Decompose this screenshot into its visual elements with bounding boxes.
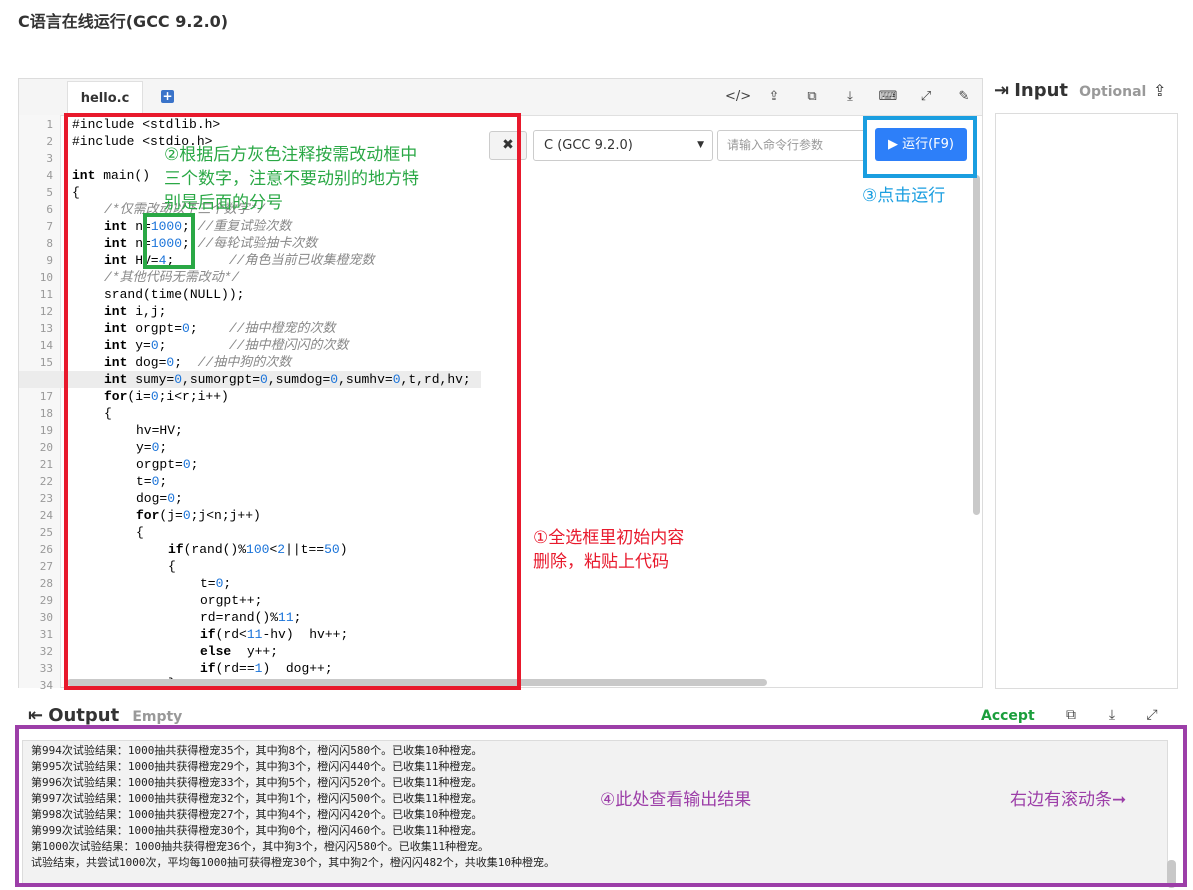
line-number: 10 [39, 271, 53, 284]
sign-in-icon: ⇥ [994, 80, 1010, 101]
line-number: 28 [39, 577, 53, 590]
annotation-step1-line2: 删除，粘贴上代码 [533, 552, 669, 572]
line-number: 8 [46, 237, 53, 250]
line-number: 23 [39, 492, 53, 505]
copy-icon[interactable]: ⧉ [1061, 705, 1081, 725]
line-number: 20 [39, 441, 53, 454]
page-title: C语言在线运行(GCC 9.2.0) [18, 12, 229, 31]
fullscreen-icon[interactable]: ⤢ [1142, 705, 1162, 725]
line-number: 22 [39, 475, 53, 488]
line-number: 4 [46, 169, 53, 182]
line-number: 3 [46, 152, 53, 165]
accept-status: Accept [981, 708, 1035, 724]
editor-tabbar: hello.c + </> ⇪ ⧉ ⤓ ⌨ ⤢ ✎ [19, 79, 982, 116]
line-number: 33 [39, 662, 53, 675]
annotation-step2: ②根据后方灰色注释按需改动框中三个数字，注意不要动别的地方特别是后面的分号 [164, 145, 419, 213]
output-header: ⇤ Output Empty [28, 705, 182, 726]
annotation-step1: ①全选框里初始内容 删除，粘贴上代码 [533, 526, 733, 574]
command-args-input[interactable]: 请输入命令行参数 [717, 130, 867, 161]
upload-icon[interactable]: ⇪ [764, 87, 784, 107]
output-status: Empty [132, 709, 183, 725]
input-optional-label: Optional [1079, 84, 1147, 100]
code-icon[interactable]: </> [725, 87, 751, 107]
line-number: 6 [46, 203, 53, 216]
language-select-value: C (GCC 9.2.0) [544, 138, 633, 153]
fullscreen-icon[interactable]: ⤢ [916, 87, 936, 107]
stdin-input-box[interactable] [995, 113, 1178, 689]
line-number: 1 [46, 118, 53, 131]
copy-icon[interactable]: ⧉ [802, 87, 822, 107]
keyboard-icon[interactable]: ⌨ [878, 87, 898, 107]
edit-icon[interactable]: ✎ [954, 87, 974, 107]
line-number: 9 [46, 254, 53, 267]
line-number: 27 [39, 560, 53, 573]
upload-icon[interactable]: ⇪ [1153, 81, 1166, 100]
caret-down-icon: ▼ [697, 140, 704, 150]
line-number: 11 [39, 288, 53, 301]
download-icon[interactable]: ⤓ [1102, 705, 1122, 725]
line-number: 5 [46, 186, 53, 199]
annotation-box-numbers [143, 213, 195, 269]
line-number: 19 [39, 424, 53, 437]
line-number: 12 [39, 305, 53, 318]
line-number: 31 [39, 628, 53, 641]
input-header: ⇥ Input Optional [994, 80, 1146, 104]
line-number: 18 [39, 407, 53, 420]
annotation-step3: ③点击运行 [862, 186, 946, 206]
line-number-gutter: 1 2 3 4 5 6 7 8 9 10 11 12 13 14 15 16 1… [19, 115, 61, 692]
line-number: 24 [39, 509, 53, 522]
line-number: 13 [39, 322, 53, 335]
annotation-box-run [863, 116, 977, 178]
line-number: 29 [39, 594, 53, 607]
line-number: 26 [39, 543, 53, 556]
editor-vertical-scrollbar[interactable] [973, 175, 980, 515]
annotation-step1-line1: ①全选框里初始内容 [533, 528, 685, 548]
line-number: 25 [39, 526, 53, 539]
line-number: 17 [39, 390, 53, 403]
line-number: 15 [39, 356, 53, 369]
sign-out-icon: ⇤ [28, 705, 44, 726]
plus-icon[interactable]: + [161, 90, 174, 103]
line-number: 30 [39, 611, 53, 624]
language-select[interactable]: C (GCC 9.2.0) ▼ [533, 130, 713, 161]
line-number: 32 [39, 645, 53, 658]
line-number: 21 [39, 458, 53, 471]
annotation-step4: ④此处查看输出结果 [600, 790, 752, 810]
output-title: Output [48, 705, 120, 726]
line-number: 7 [46, 220, 53, 233]
tab-hello-c[interactable]: hello.c [67, 81, 143, 116]
line-number: 14 [39, 339, 53, 352]
input-title: Input [1014, 80, 1069, 101]
annotation-scroll-hint: 右边有滚动条➞ [1010, 790, 1127, 810]
download-icon[interactable]: ⤓ [840, 87, 860, 107]
line-number: 2 [46, 135, 53, 148]
line-number: 34 [39, 679, 53, 692]
